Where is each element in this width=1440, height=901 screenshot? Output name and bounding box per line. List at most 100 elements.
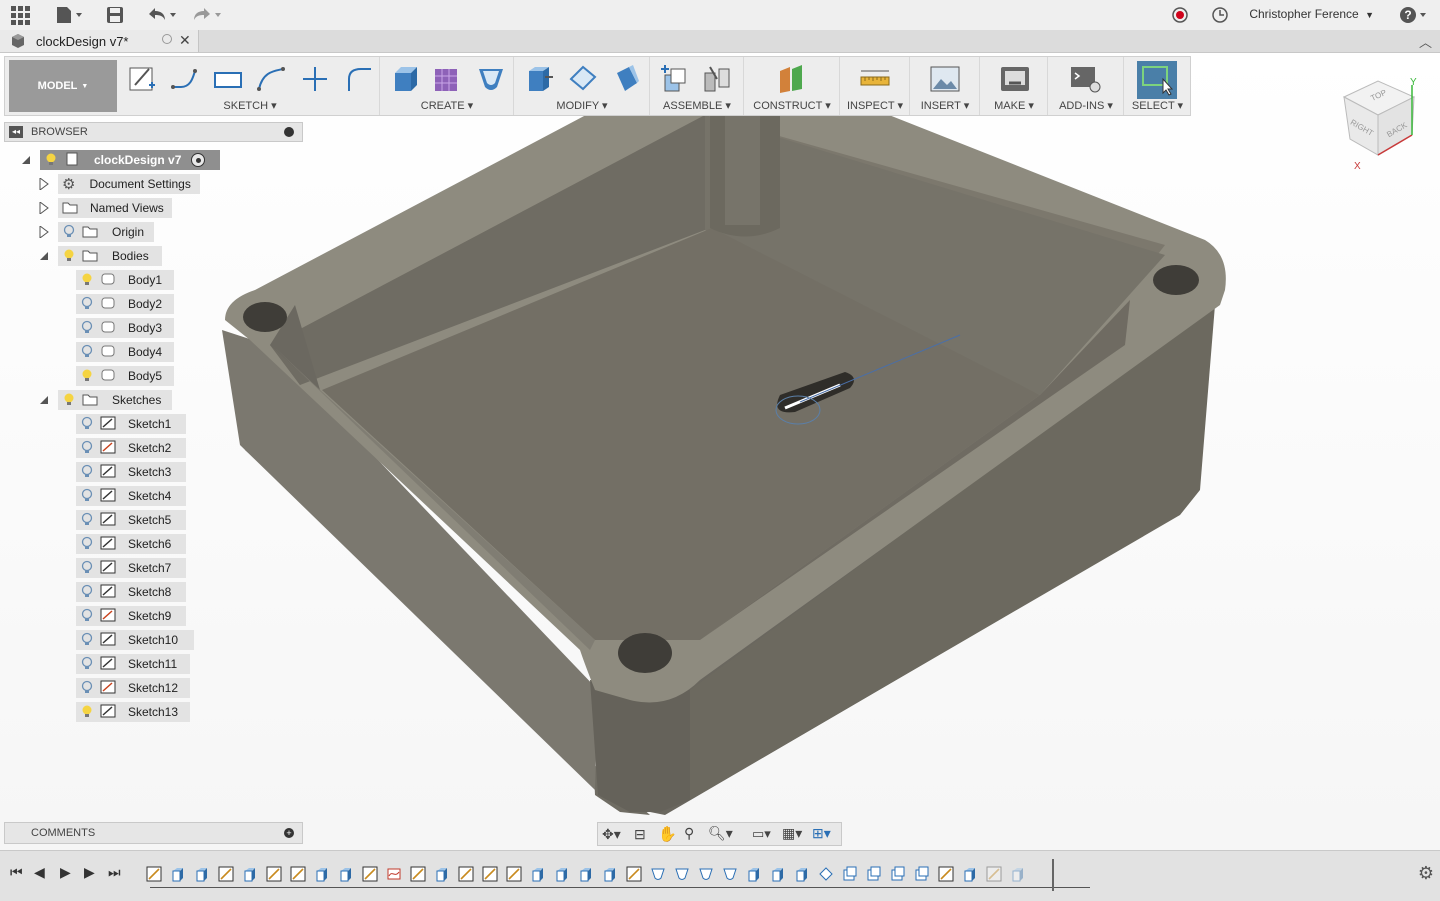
timeline-sketch-icon[interactable] — [218, 866, 234, 882]
visibility-bulb-icon[interactable] — [80, 440, 94, 457]
visibility-bulb-icon[interactable] — [62, 224, 76, 241]
sketch-item[interactable]: Sketch12 — [76, 678, 190, 698]
collapsed-triangle-icon[interactable] — [38, 226, 50, 238]
sketch-item[interactable]: Sketch6 — [76, 534, 186, 554]
expanded-triangle-icon[interactable] — [38, 250, 50, 262]
sketch-item[interactable]: Sketch11 — [76, 654, 190, 674]
timeline-sketch-icon[interactable] — [362, 866, 378, 882]
zoom-icon[interactable]: ⚲ — [684, 825, 694, 842]
timeline-extrude-icon[interactable] — [242, 866, 258, 882]
timeline-fillet-icon[interactable] — [674, 866, 690, 882]
user-menu[interactable]: Christopher Ference ▼ — [1249, 7, 1374, 21]
workspace-switcher[interactable]: MODEL ▼ — [9, 60, 117, 112]
visibility-bulb-icon[interactable] — [80, 608, 94, 625]
visibility-bulb-icon[interactable] — [80, 512, 94, 529]
timeline-extrude-icon[interactable] — [794, 866, 810, 882]
sketch-item[interactable]: Sketch7 — [76, 558, 186, 578]
inspect-group[interactable]: INSPECT ▾ — [841, 57, 910, 115]
timeline-body-icon[interactable] — [842, 866, 858, 882]
go-to-end-icon[interactable]: ⏭ — [108, 864, 121, 881]
document-settings-node[interactable]: ⚙ Document Settings — [58, 174, 200, 194]
construct-menu-label[interactable]: CONSTRUCT ▾ — [745, 99, 839, 112]
file-menu-icon[interactable] — [55, 5, 83, 25]
sketch-group[interactable]: SKETCH ▾ — [121, 57, 380, 115]
create-menu-label[interactable]: CREATE ▾ — [381, 99, 513, 112]
timeline-extrude-icon[interactable] — [1010, 866, 1026, 882]
expanded-triangle-icon[interactable] — [38, 394, 50, 406]
assemble-group[interactable]: ASSEMBLE ▾ — [651, 57, 744, 115]
select-group[interactable]: SELECT ▾ — [1125, 57, 1190, 115]
grid-settings-icon[interactable]: ▦▾ — [782, 825, 802, 842]
addins-group[interactable]: ADD-INS ▾ — [1049, 57, 1124, 115]
timeline-sketch-icon[interactable] — [626, 866, 642, 882]
sketch-item[interactable]: Sketch13 — [76, 702, 190, 722]
bodies-folder-node[interactable]: Bodies — [58, 246, 162, 266]
close-tab-icon[interactable]: ✕ — [179, 32, 191, 49]
timeline-chamfer-icon[interactable] — [818, 866, 834, 882]
timeline-extrude-icon[interactable] — [554, 866, 570, 882]
help-icon[interactable]: ? — [1398, 5, 1430, 25]
offset-plane-icon[interactable] — [776, 63, 808, 95]
fit-zoom-icon[interactable]: 🔍︎▾ — [708, 825, 733, 842]
timeline-extrude-icon[interactable] — [434, 866, 450, 882]
collapse-panel-icon[interactable] — [284, 127, 294, 137]
activate-radio-icon[interactable] — [191, 153, 206, 167]
visibility-bulb-icon[interactable] — [80, 416, 94, 433]
timeline-fillet-icon[interactable] — [650, 866, 666, 882]
visibility-bulb-icon[interactable] — [80, 464, 94, 481]
timeline-fillet-icon[interactable] — [722, 866, 738, 882]
orbit-icon[interactable]: ✥▾ — [602, 826, 621, 843]
measure-icon[interactable] — [859, 63, 891, 95]
body-item[interactable]: Body2 — [76, 294, 174, 314]
body-item[interactable]: Body3 — [76, 318, 174, 338]
insert-image-icon[interactable] — [929, 63, 961, 95]
sweep-shell-icon[interactable] — [475, 63, 507, 95]
sketch-item[interactable]: Sketch9 — [76, 606, 186, 626]
visibility-bulb-icon[interactable] — [80, 560, 94, 577]
point-icon[interactable] — [299, 63, 331, 95]
record-icon[interactable] — [1171, 5, 1189, 25]
create-group[interactable]: CREATE ▾ — [381, 57, 514, 115]
sketch-item[interactable]: Sketch10 — [76, 630, 194, 650]
visibility-bulb-icon[interactable] — [80, 272, 94, 289]
body-item[interactable]: Body4 — [76, 342, 174, 362]
form-icon[interactable] — [431, 63, 463, 95]
modify-group[interactable]: MODIFY ▾ — [515, 57, 650, 115]
named-views-node[interactable]: Named Views — [58, 198, 172, 218]
select-menu-label[interactable]: SELECT ▾ — [1125, 99, 1190, 112]
timeline-sketch-icon[interactable] — [482, 866, 498, 882]
model-3d-view[interactable] — [0, 53, 1440, 850]
timeline-sketch-icon[interactable] — [458, 866, 474, 882]
collapse-up-icon[interactable]: ︿ — [1419, 32, 1432, 51]
sketch-item[interactable]: Sketch1 — [76, 414, 186, 434]
insert-group[interactable]: INSERT ▾ — [911, 57, 980, 115]
timeline-sketch-icon[interactable] — [506, 866, 522, 882]
sketches-folder-node[interactable]: Sketches — [58, 390, 172, 410]
extrude-icon[interactable] — [389, 63, 421, 95]
timeline-extrude-icon[interactable] — [194, 866, 210, 882]
display-settings-icon[interactable]: ▭▾ — [752, 826, 771, 842]
timeline-extrude-icon[interactable] — [530, 866, 546, 882]
sketch-item[interactable]: Sketch5 — [76, 510, 186, 530]
canvas-viewport[interactable]: TOP RIGHT BACK X Y — [0, 53, 1440, 850]
joint-icon[interactable] — [701, 63, 733, 95]
timeline-fillet-icon[interactable] — [698, 866, 714, 882]
collapse-left-icon[interactable]: ◂◂ — [9, 126, 23, 138]
pan-hand-icon[interactable]: ✋ — [658, 825, 677, 843]
timeline-body-icon[interactable] — [914, 866, 930, 882]
chamfer-icon[interactable] — [611, 63, 643, 95]
timeline-extrude-icon[interactable] — [602, 866, 618, 882]
timeline-sketch-icon[interactable] — [410, 866, 426, 882]
fillet-icon[interactable] — [567, 63, 599, 95]
add-comment-icon[interactable]: + — [284, 828, 294, 838]
sketch-item[interactable]: Sketch8 — [76, 582, 186, 602]
save-icon[interactable] — [106, 5, 124, 25]
timeline-sketch-icon[interactable] — [938, 866, 954, 882]
timeline-extrude-icon[interactable] — [746, 866, 762, 882]
visibility-bulb-icon[interactable] — [80, 368, 94, 385]
construct-group[interactable]: CONSTRUCT ▾ — [745, 57, 840, 115]
sketch-item[interactable]: Sketch3 — [76, 462, 186, 482]
create-sketch-icon[interactable] — [127, 63, 159, 95]
timeline-extrude-icon[interactable] — [962, 866, 978, 882]
sketch-menu-label[interactable]: SKETCH ▾ — [121, 99, 379, 112]
